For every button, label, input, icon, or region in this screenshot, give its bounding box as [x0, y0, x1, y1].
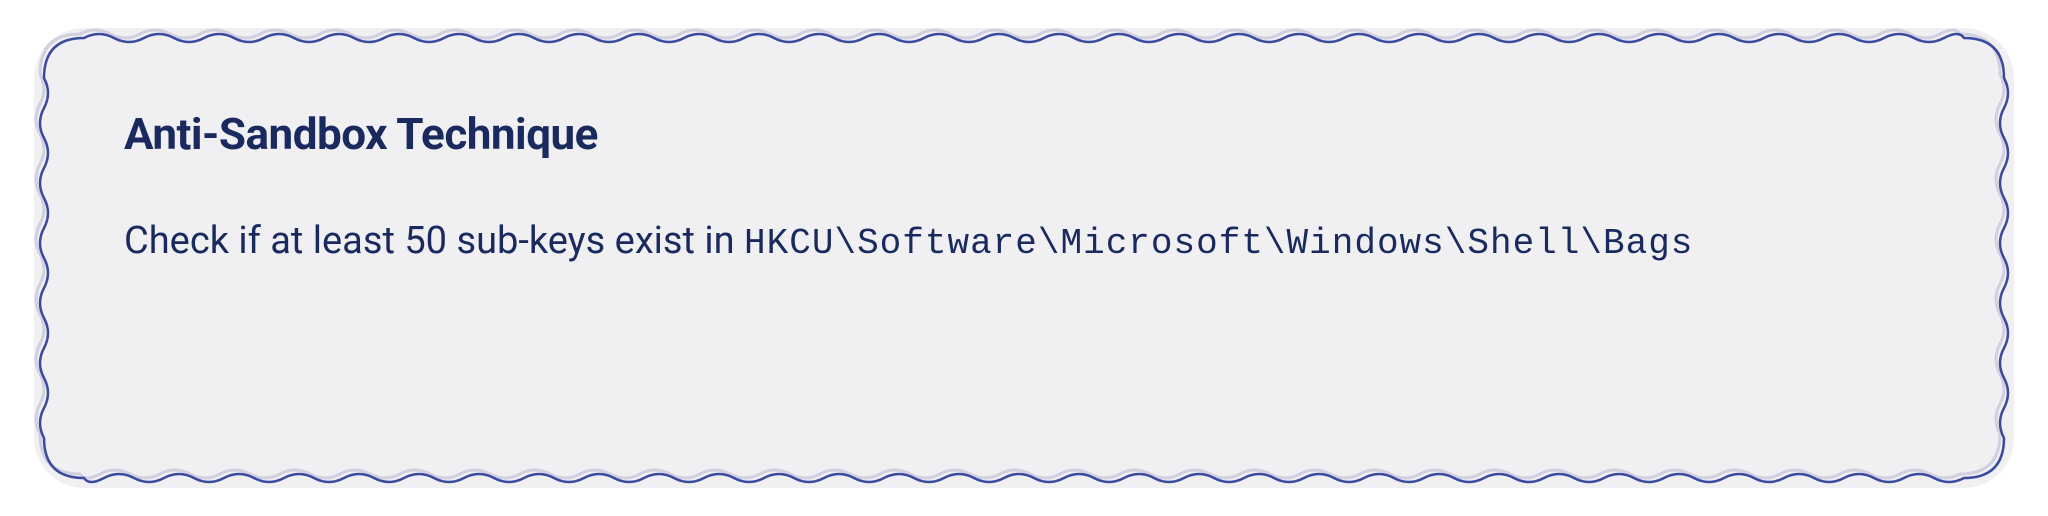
registry-path: HKCU\Software\Microsoft\Windows\Shell\Ba… [744, 223, 1693, 264]
info-card: Anti-Sandbox Technique Check if at least… [34, 28, 2014, 488]
description-text: Check if at least 50 sub-keys exist in [124, 219, 744, 263]
card-title: Anti-Sandbox Technique [124, 108, 1924, 160]
card-description: Check if at least 50 sub-keys exist in H… [124, 215, 1924, 269]
